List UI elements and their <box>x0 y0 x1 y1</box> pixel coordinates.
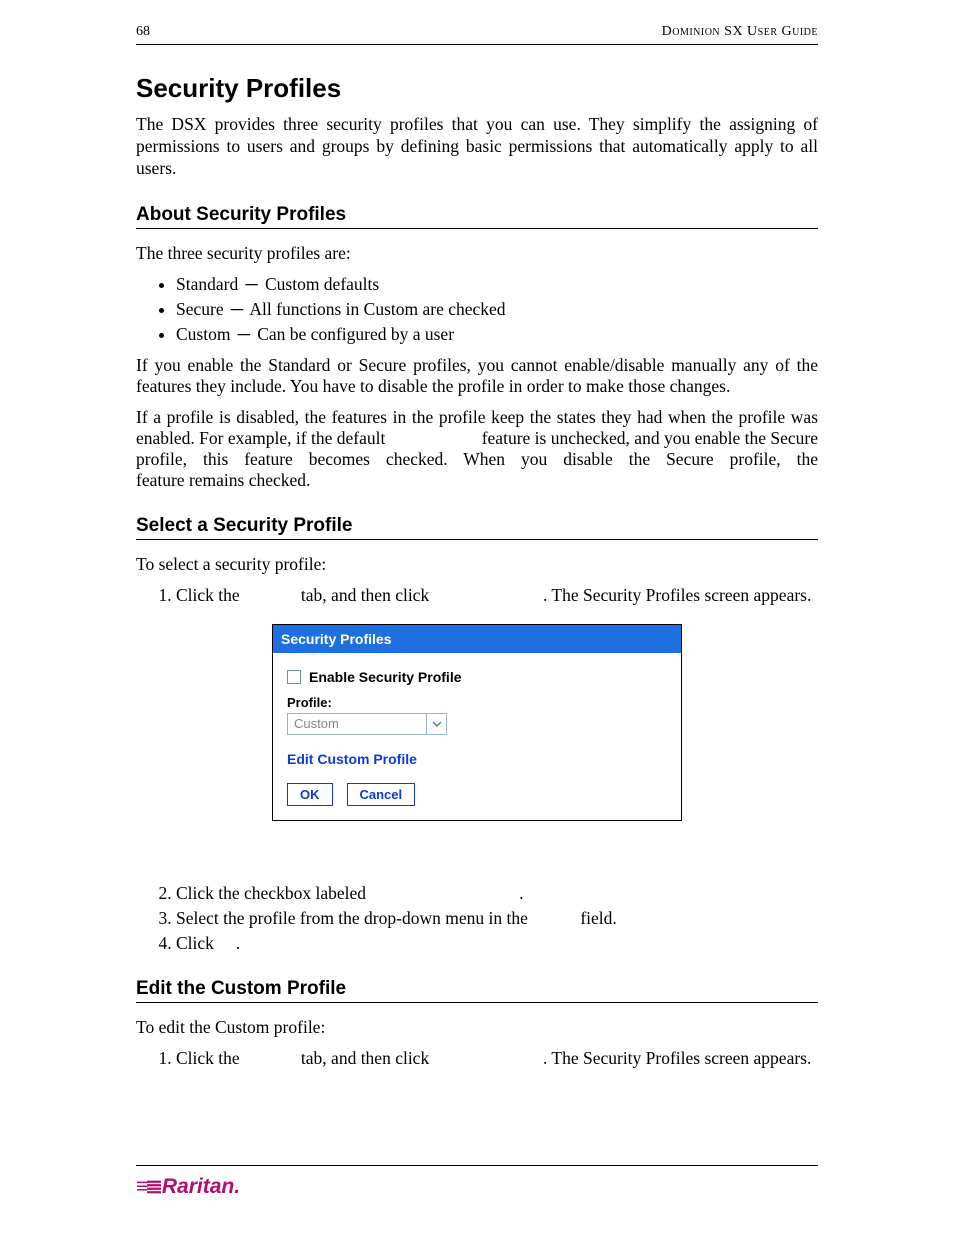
profile-desc: All functions in Custom are checked <box>249 299 505 319</box>
list-item: Standard ─ Custom defaults <box>176 274 818 295</box>
profile-name: Standard <box>176 274 238 294</box>
list-item: Secure ─ All functions in Custom are che… <box>176 299 818 320</box>
section-intro: The DSX provides three security profiles… <box>136 114 818 180</box>
step-text: Click . <box>176 933 240 953</box>
guide-title: Dominion SX User Guide <box>662 24 818 40</box>
brand-logo: ≡≣ Raritan. <box>136 1174 240 1199</box>
page-number: 68 <box>136 24 150 40</box>
brand-glyph-icon: ≡≣ <box>136 1174 160 1199</box>
profile-desc: Can be configured by a user <box>257 324 454 344</box>
edit-steps: Click the tab, and then click . The Secu… <box>136 1048 818 1069</box>
profile-desc: Custom defaults <box>265 274 379 294</box>
profile-dropdown-value: Custom <box>288 714 426 734</box>
profile-field-label: Profile: <box>287 695 667 710</box>
edit-custom-profile-link[interactable]: Edit Custom Profile <box>287 751 667 767</box>
chevron-down-icon[interactable] <box>426 714 446 734</box>
about-lead: The three security profiles are: <box>136 243 818 264</box>
about-para2: If a profile is disabled, the features i… <box>136 407 818 491</box>
edit-heading: Edit the Custom Profile <box>136 978 818 1003</box>
enable-profile-label: Enable Security Profile <box>309 669 462 685</box>
profile-name: Secure <box>176 299 224 319</box>
list-item: Custom ─ Can be configured by a user <box>176 324 818 345</box>
step-item: Click . <box>176 933 818 954</box>
ok-button[interactable]: OK <box>287 783 333 806</box>
enable-profile-checkbox[interactable] <box>287 670 301 684</box>
step-text: Click the checkbox labeled . <box>176 883 524 903</box>
step-text: Click the tab, and then click . The Secu… <box>176 1048 811 1068</box>
step-item: Click the tab, and then click . The Secu… <box>176 1048 818 1069</box>
step-item: Click the tab, and then click . The Secu… <box>176 585 818 606</box>
about-para1: If you enable the Standard or Secure pro… <box>136 355 818 397</box>
step-item: Select the profile from the drop-down me… <box>176 908 818 929</box>
step-item: Click the checkbox labeled . <box>176 883 818 904</box>
panel-title: Security Profiles <box>273 625 681 653</box>
dash-icon: ─ <box>235 324 253 345</box>
dash-icon: ─ <box>243 274 261 295</box>
step-text: Select the profile from the drop-down me… <box>176 908 617 928</box>
brand-text: Raritan. <box>162 1175 240 1199</box>
edit-lead: To edit the Custom profile: <box>136 1017 818 1038</box>
section-title: Security Profiles <box>136 73 818 104</box>
profiles-list: Standard ─ Custom defaults Secure ─ All … <box>136 274 818 345</box>
select-lead: To select a security profile: <box>136 554 818 575</box>
select-heading: Select a Security Profile <box>136 515 818 540</box>
dash-icon: ─ <box>228 299 246 320</box>
security-profiles-panel: Security Profiles Enable Security Profil… <box>272 624 682 821</box>
select-steps: Click the tab, and then click . The Secu… <box>136 585 818 606</box>
step-text: Click the tab, and then click . The Secu… <box>176 585 811 605</box>
select-steps-cont: Click the checkbox labeled . Select the … <box>136 883 818 954</box>
profile-name: Custom <box>176 324 230 344</box>
page-footer: ≡≣ Raritan. <box>136 1165 818 1199</box>
page-header: 68 Dominion SX User Guide <box>136 24 818 45</box>
profile-dropdown[interactable]: Custom <box>287 713 447 735</box>
about-heading: About Security Profiles <box>136 204 818 229</box>
cancel-button[interactable]: Cancel <box>347 783 416 806</box>
